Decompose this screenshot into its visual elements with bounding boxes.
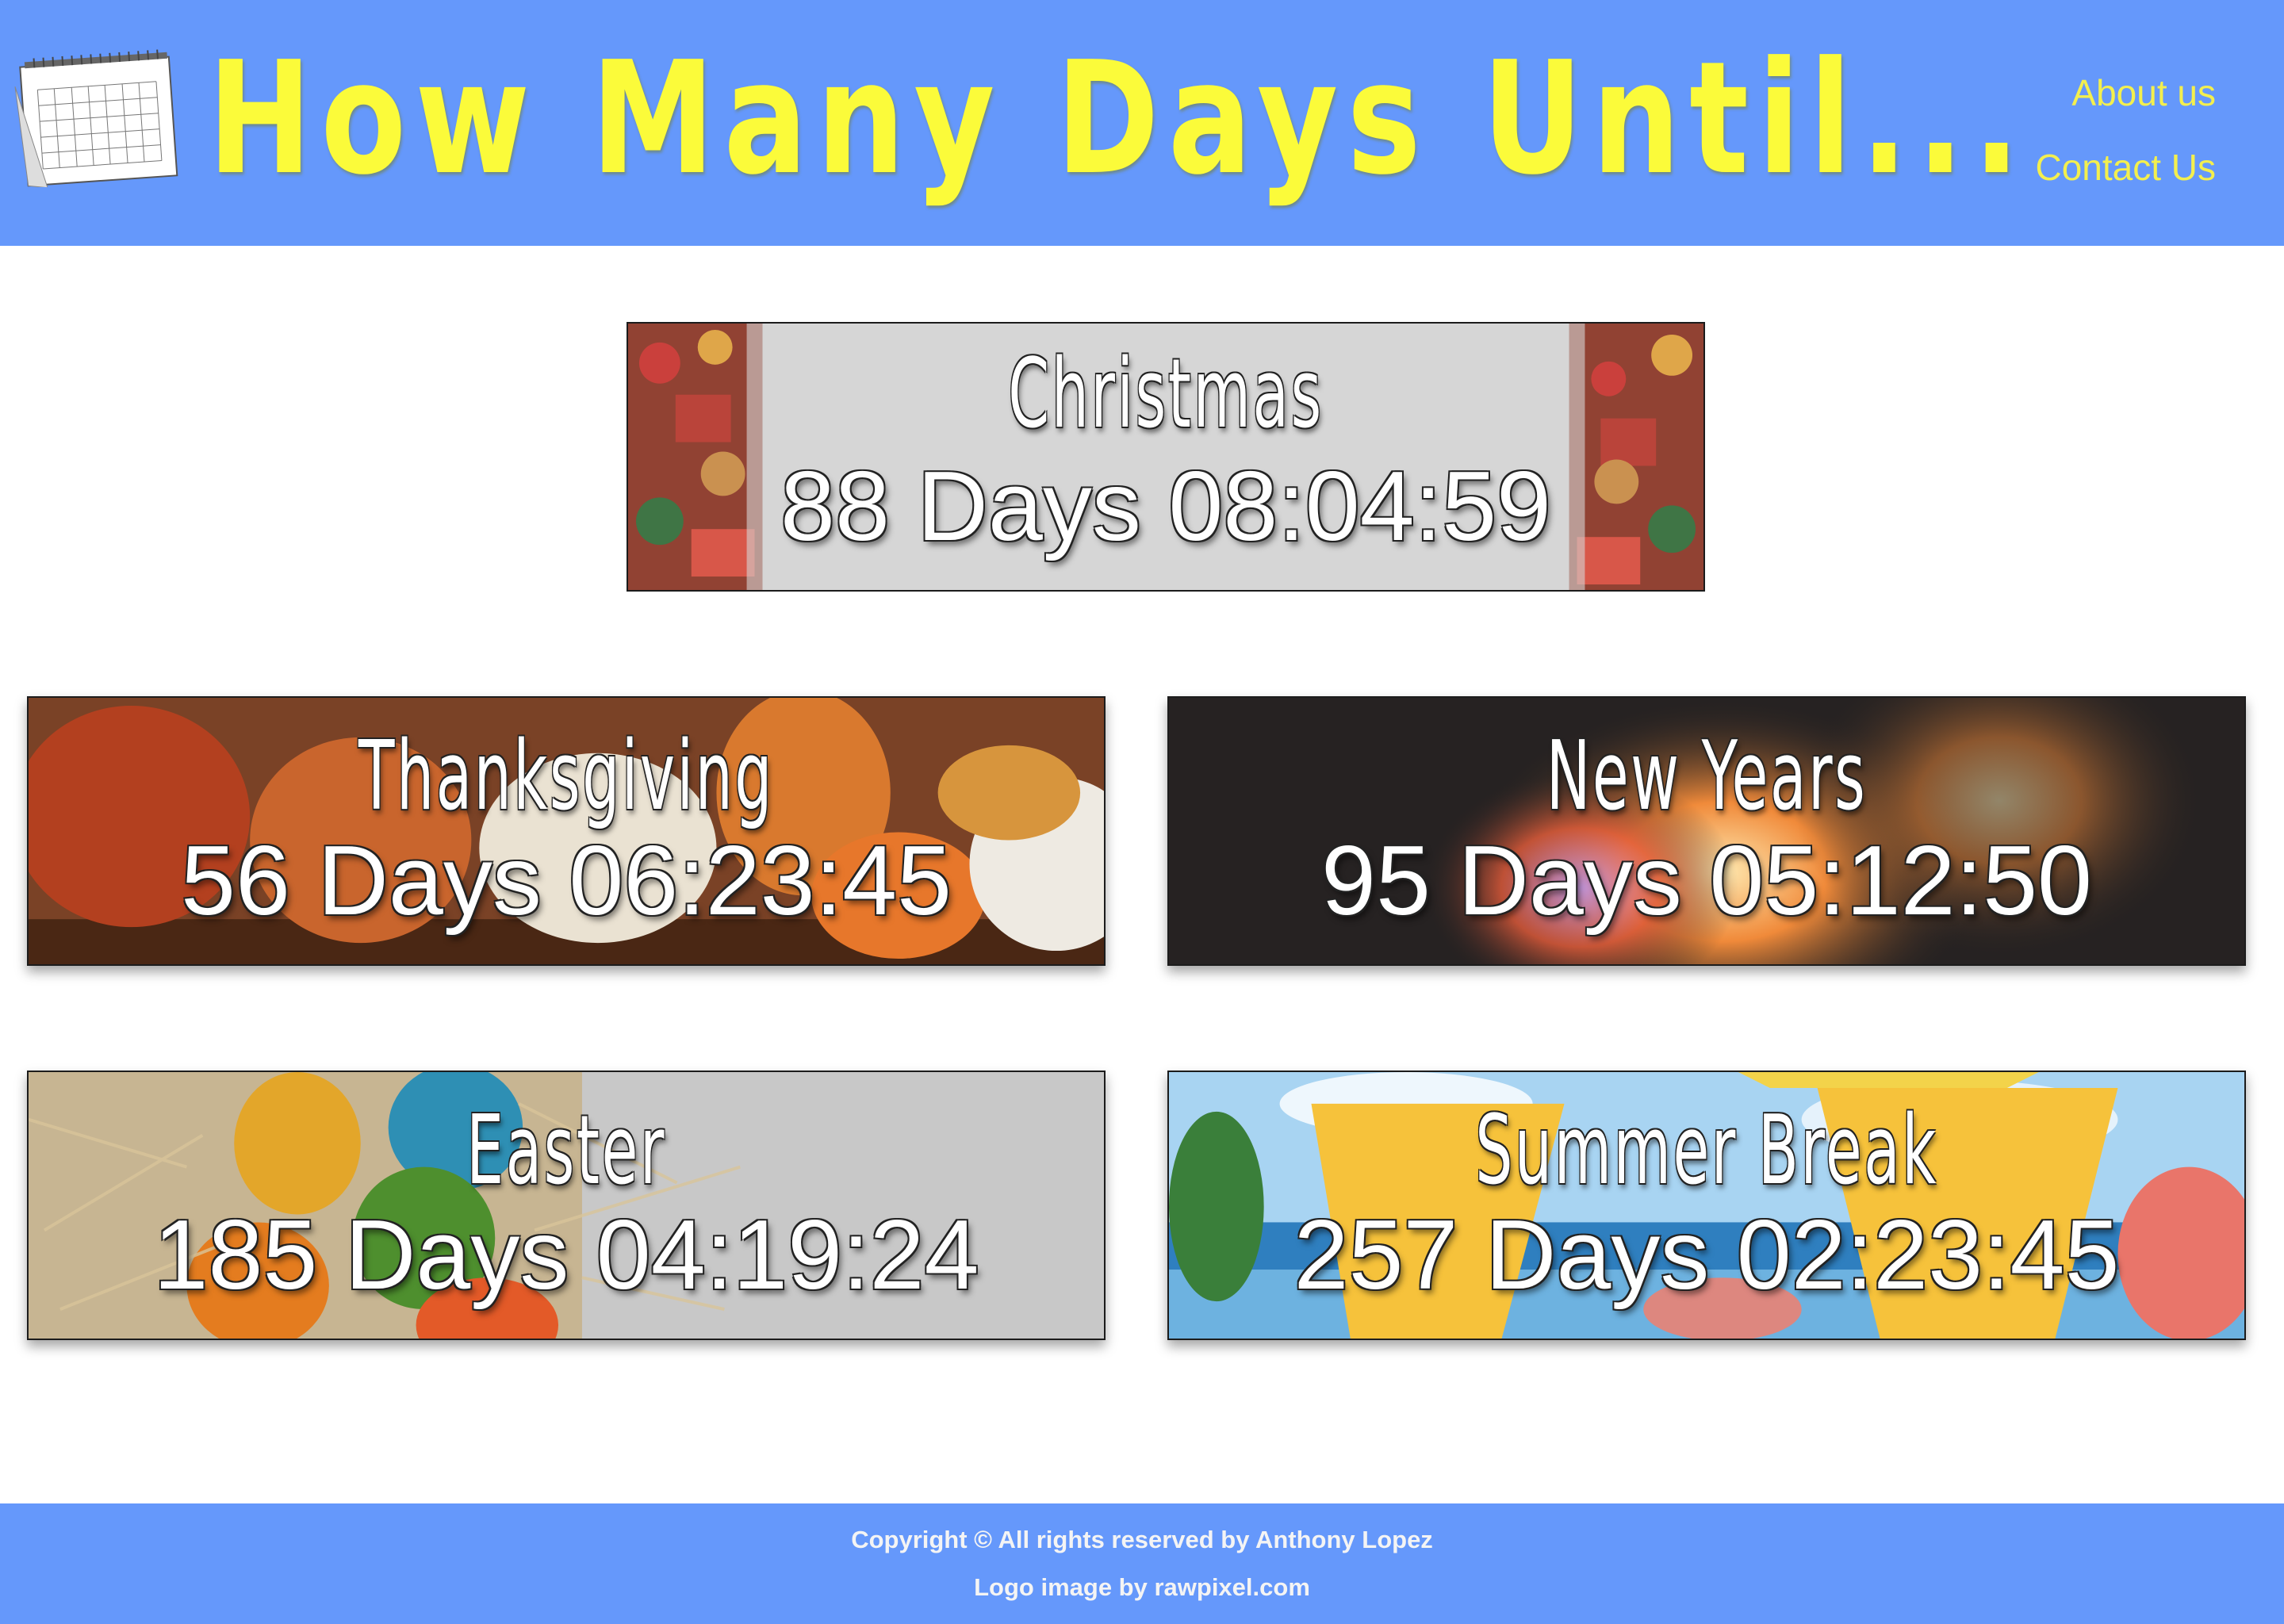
site-header: How Many Days Until... About us Contact … [0, 0, 2284, 246]
countdown-timer: 185 Days 04:19:24 [153, 1201, 979, 1310]
main-nav: About us Contact Us [2035, 56, 2216, 205]
logo-credit-text: Logo image by rawpixel.com [974, 1573, 1310, 1601]
card-title: Easter [466, 1096, 666, 1206]
card-newyears[interactable]: New Years 95 Days 05:12:50 [1167, 696, 2246, 966]
card-thanksgiving[interactable]: Thanksgiving 56 Days 06:23:45 [27, 696, 1106, 966]
countdown-timer: 95 Days 05:12:50 [1320, 826, 2093, 936]
site-title: How Many Days Until... [208, 29, 2029, 209]
card-title: New Years [1546, 722, 1868, 832]
card-summer-break[interactable]: Summer Break 257 Days 02:23:45 [1167, 1071, 2246, 1340]
card-title: Summer Break [1475, 1096, 1938, 1206]
calendar-icon [14, 49, 178, 187]
card-easter[interactable]: Easter 185 Days 04:19:24 [27, 1071, 1106, 1340]
countdown-timer: 88 Days 08:04:59 [780, 452, 1552, 561]
copyright-text: Copyright © All rights reserved by Antho… [851, 1526, 1433, 1553]
card-title: Thanksgiving [358, 722, 774, 832]
card-title: Christmas [1008, 339, 1324, 450]
site-footer: Copyright © All rights reserved by Antho… [0, 1503, 2284, 1624]
countdown-timer: 56 Days 06:23:45 [180, 826, 952, 936]
nav-about-us[interactable]: About us [2035, 56, 2216, 130]
countdown-timer: 257 Days 02:23:45 [1293, 1201, 2120, 1310]
card-christmas[interactable]: Christmas 88 Days 08:04:59 [627, 322, 1705, 592]
nav-contact-us[interactable]: Contact Us [2035, 130, 2216, 205]
